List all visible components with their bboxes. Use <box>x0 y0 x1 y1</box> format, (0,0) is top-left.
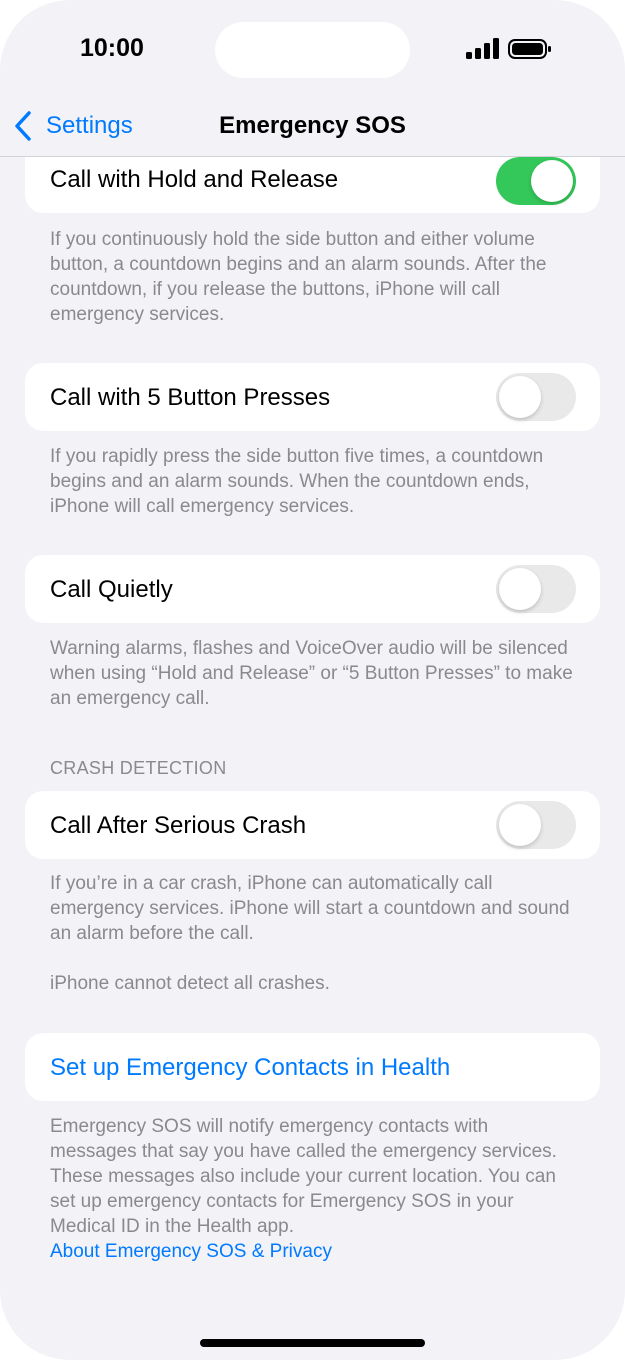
call-quietly-toggle[interactable] <box>496 565 576 613</box>
dynamic-island <box>215 22 410 78</box>
phone-screen: 10:00 Settings Emergency SOS Call with H… <box>0 0 625 1360</box>
toggle-knob <box>499 376 541 418</box>
toggle-knob <box>531 160 573 202</box>
crash-detection-footer: If you’re in a car crash, iPhone can aut… <box>50 873 570 944</box>
privacy-link[interactable]: About Emergency SOS & Privacy <box>50 1241 332 1262</box>
toggle-knob <box>499 568 541 610</box>
five-presses-toggle[interactable] <box>496 373 576 421</box>
toggle-knob <box>499 804 541 846</box>
battery-icon <box>508 39 551 59</box>
home-indicator <box>200 1339 425 1347</box>
call-quietly-footer: Warning alarms, flashes and VoiceOver au… <box>50 638 573 709</box>
hold-release-footer: If you continuously hold the side button… <box>50 229 547 325</box>
crash-detection-footer-note: iPhone cannot detect all crashes. <box>50 973 330 994</box>
emergency-contacts-footer: Emergency SOS will notify emergency cont… <box>50 1114 580 1264</box>
hold-release-toggle[interactable] <box>496 157 576 205</box>
cellular-signal-icon <box>466 38 499 59</box>
status-time: 10:00 <box>80 34 144 62</box>
five-presses-footer: If you rapidly press the side button fiv… <box>50 446 544 517</box>
crash-detection-label: Call After Serious Crash <box>50 812 307 839</box>
hold-release-label: Call with Hold and Release <box>50 166 339 193</box>
call-quietly-row: Call Quietly <box>25 555 600 623</box>
emergency-contacts-footer-text: Emergency SOS will notify emergency cont… <box>50 1116 557 1237</box>
call-quietly-label: Call Quietly <box>50 576 173 603</box>
five-presses-row: Call with 5 Button Presses <box>25 363 600 431</box>
hold-release-row: Call with Hold and Release <box>25 157 600 213</box>
crash-detection-row: Call After Serious Crash <box>25 791 600 859</box>
emergency-contacts-row: Set up Emergency Contacts in Health <box>25 1033 600 1101</box>
crash-detection-toggle[interactable] <box>496 801 576 849</box>
navigation-bar: Settings Emergency SOS <box>0 96 625 157</box>
five-presses-label: Call with 5 Button Presses <box>50 384 331 411</box>
setup-emergency-contacts-link[interactable]: Set up Emergency Contacts in Health <box>50 1053 450 1083</box>
crash-detection-header: CRASH DETECTION <box>50 758 227 778</box>
status-bar: 10:00 <box>0 0 625 100</box>
page-title: Emergency SOS <box>219 112 406 139</box>
